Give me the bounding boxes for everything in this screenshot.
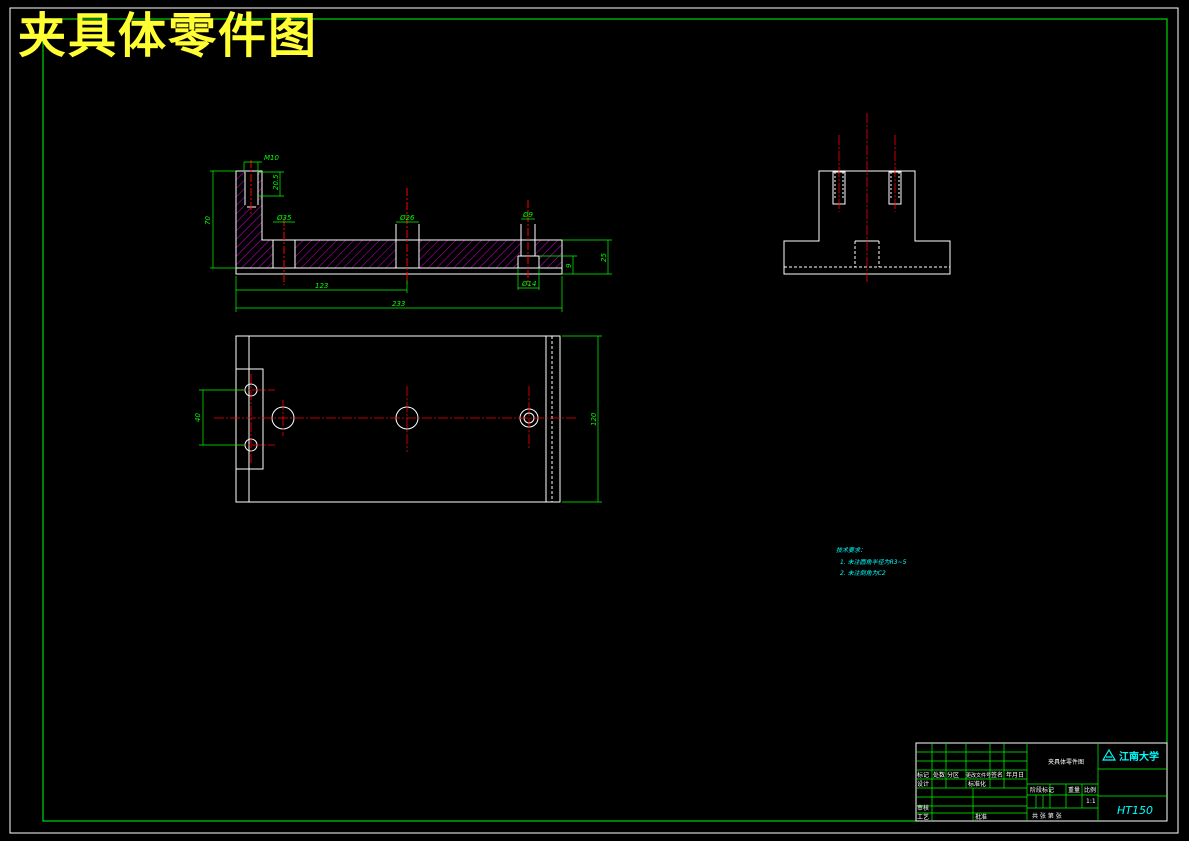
tb-role-approve: 批准 [975,813,987,821]
tb-scale-label: 比例 [1084,786,1096,794]
dim-d9: Ø9 [522,211,534,219]
dim-123: 123 [315,282,328,290]
page-title: 夹具体零件图 [18,8,319,64]
tb-role-check: 审核 [917,804,929,812]
dim-70: 70 [204,216,212,225]
tb-header-cell: 标记 [917,771,929,779]
tech-note-1: 1. 未注圆角半径为R3~5 [840,558,907,566]
dim-9: 9 [565,263,573,268]
dim-20-5: 20.5 [272,174,280,190]
side-view [783,113,951,282]
cad-drawing: M10 20.5 70 Ø35 Ø26 Ø9 Ø14 123 233 25 9 [9,7,1179,834]
tb-sheet-label: 共 张 第 张 [1032,812,1062,820]
tech-notes-heading: 技术要求： [836,546,866,554]
tb-role-standard: 标准化 [968,780,986,788]
tb-header-cell: 年月日 [1006,771,1024,779]
dim-25: 25 [600,253,608,262]
dim-233: 233 [392,300,405,308]
tb-school: 江南大学 [1119,750,1159,763]
tech-note-2: 2. 未注倒角为C2 [840,569,886,577]
tb-header-cell: 处数 [933,771,945,779]
plan-view: 40 120 [194,335,602,503]
tb-stage-label: 阶段标记 [1030,786,1054,794]
tb-part-name: 夹具体零件图 [1048,758,1084,766]
tech-notes: 技术要求： 1. 未注圆角半径为R3~5 2. 未注倒角为C2 [836,546,907,577]
title-block: 夹具体零件图 标记 处数 分区 更改文件号 签名 年月日 设计 标准化 阶段标记… [915,742,1168,822]
school-logo-icon [1101,748,1117,761]
dim-d35: Ø35 [276,214,292,222]
dim-m10: M10 [264,154,279,162]
dim-40: 40 [194,413,202,422]
dim-120: 120 [590,412,598,426]
front-section-view: M10 20.5 70 Ø35 Ø26 Ø9 Ø14 123 233 25 9 [204,154,612,312]
dim-d26: Ø26 [399,214,415,222]
tb-material: HT150 [1117,804,1153,817]
tb-scale-value: 1:1 [1086,798,1096,805]
tb-header-cell: 签名 [991,771,1003,779]
inner-frame [42,18,1168,822]
tb-weight-label: 重量 [1068,786,1080,794]
tb-header-cell: 分区 [947,771,959,779]
tb-header-cell: 更改文件号 [966,772,991,779]
dim-d14: Ø14 [521,280,536,288]
tb-role-design: 设计 [917,780,929,788]
tb-role-process: 工艺 [917,813,929,821]
